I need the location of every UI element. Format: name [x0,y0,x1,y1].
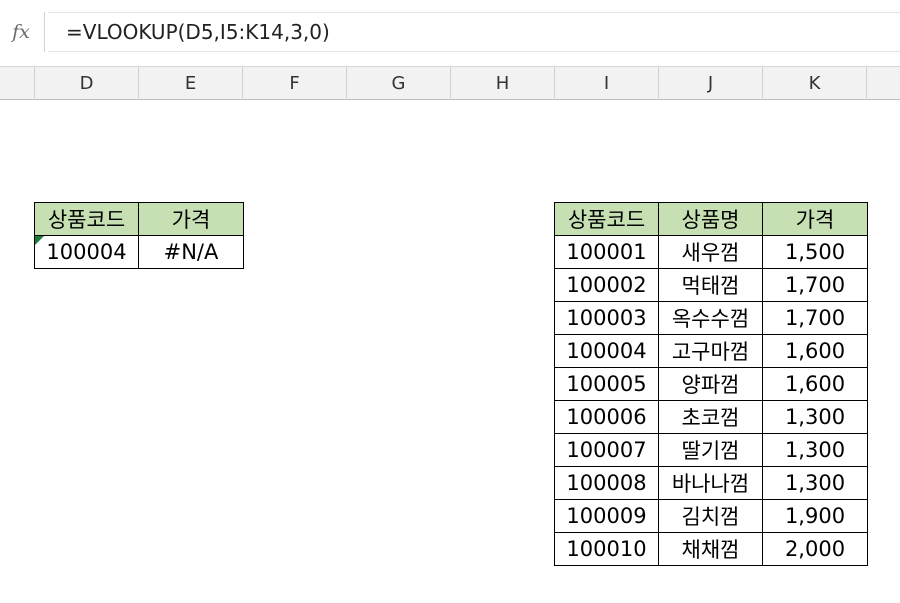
product-name-cell[interactable]: 새우껌 [658,235,763,269]
product-code-cell[interactable]: 100002 [554,268,659,302]
header-cell-price[interactable]: 가격 [138,202,244,236]
product-name-cell[interactable]: 옥수수껌 [658,301,763,335]
formula-bar: fx =VLOOKUP(D5,I5:K14,3,0) [0,0,900,66]
lookup-code-value: 100004 [46,240,127,264]
column-header-d[interactable]: D [35,67,139,100]
table-row: 100009 김치껌 1,900 [554,499,868,533]
table-row: 100006 초코껌 1,300 [554,400,868,434]
price-cell[interactable]: 1,300 [762,466,868,500]
table-row: 100010 채채껌 2,000 [554,532,868,566]
price-cell[interactable]: 1,700 [762,301,868,335]
product-name-cell[interactable]: 먹태껌 [658,268,763,302]
product-name-cell[interactable]: 고구마껌 [658,334,763,368]
product-code-cell[interactable]: 100004 [554,334,659,368]
header-cell-product-name[interactable]: 상품명 [658,202,763,236]
product-header-row: 상품코드 상품명 가격 [554,202,868,236]
table-row: 100001 새우껌 1,500 [554,235,868,269]
product-name-cell[interactable]: 채채껌 [658,532,763,566]
product-code-cell[interactable]: 100003 [554,301,659,335]
product-name-cell[interactable]: 초코껌 [658,400,763,434]
formula-bar-divider [44,12,45,52]
table-row: 100007 딸기껌 1,300 [554,433,868,467]
column-header-g[interactable]: G [347,67,451,100]
price-cell[interactable]: 1,700 [762,268,868,302]
error-indicator-icon [35,236,44,245]
product-name-cell[interactable]: 바나나껌 [658,466,763,500]
header-cell-price[interactable]: 가격 [762,202,868,236]
table-row: 100008 바나나껌 1,300 [554,466,868,500]
column-header-j[interactable]: J [659,67,763,100]
table-row: 100002 먹태껌 1,700 [554,268,868,302]
product-code-cell[interactable]: 100010 [554,532,659,566]
product-code-cell[interactable]: 100001 [554,235,659,269]
product-name-cell[interactable]: 김치껌 [658,499,763,533]
table-row: 100003 옥수수껌 1,700 [554,301,868,335]
product-code-cell[interactable]: 100005 [554,367,659,401]
product-code-cell[interactable]: 100009 [554,499,659,533]
product-code-cell[interactable]: 100006 [554,400,659,434]
lookup-code-cell[interactable]: 100004 [34,235,139,269]
column-header-i[interactable]: I [555,67,659,100]
product-code-cell[interactable]: 100007 [554,433,659,467]
price-cell[interactable]: 1,300 [762,400,868,434]
price-cell[interactable]: 1,900 [762,499,868,533]
header-cell-product-code[interactable]: 상품코드 [34,202,139,236]
table-row: 100004 고구마껌 1,600 [554,334,868,368]
product-name-cell[interactable]: 양파껌 [658,367,763,401]
table-row: 100005 양파껌 1,600 [554,367,868,401]
header-cell-product-code[interactable]: 상품코드 [554,202,659,236]
product-code-cell[interactable]: 100008 [554,466,659,500]
lookup-header-row: 상품코드 가격 [34,202,244,236]
column-header-bar: D E F G H I J K [0,66,900,100]
column-header-c-partial[interactable] [0,67,35,100]
price-cell[interactable]: 2,000 [762,532,868,566]
column-header-l-partial[interactable] [867,67,900,100]
price-cell[interactable]: 1,500 [762,235,868,269]
formula-input[interactable]: =VLOOKUP(D5,I5:K14,3,0) [48,12,900,52]
lookup-data-row: 100004 #N/A [34,235,244,269]
column-header-h[interactable]: H [451,67,555,100]
fx-icon[interactable]: fx [0,12,42,52]
column-header-f[interactable]: F [243,67,347,100]
column-header-k[interactable]: K [763,67,867,100]
lookup-result-cell[interactable]: #N/A [138,235,244,269]
product-table: 상품코드 상품명 가격 100001 새우껌 1,500 100002 먹태껌 … [554,202,868,566]
price-cell[interactable]: 1,300 [762,433,868,467]
price-cell[interactable]: 1,600 [762,334,868,368]
lookup-table: 상품코드 가격 100004 #N/A [34,202,244,269]
column-header-e[interactable]: E [139,67,243,100]
price-cell[interactable]: 1,600 [762,367,868,401]
product-name-cell[interactable]: 딸기껌 [658,433,763,467]
